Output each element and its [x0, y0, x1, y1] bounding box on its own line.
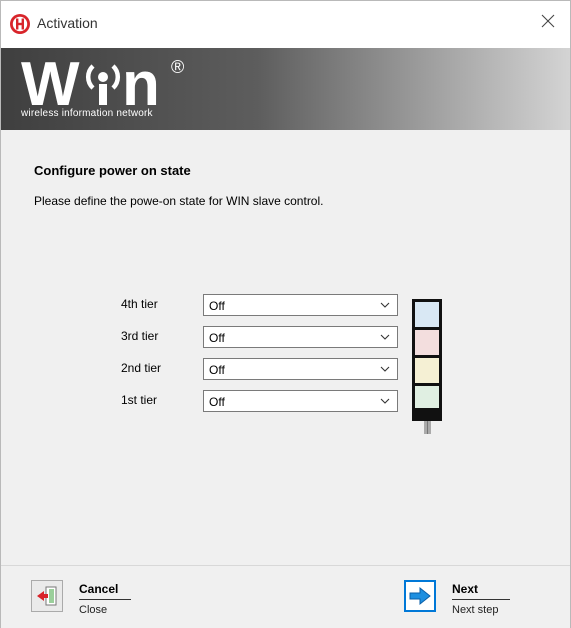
next-icon-box: [404, 580, 436, 612]
logo-tagline: wireless information network: [21, 108, 153, 119]
activation-window: Activation W n ® wireless information ne…: [0, 0, 571, 628]
tower-segment-3rd: [415, 330, 439, 355]
tier-select-value: Off: [209, 299, 225, 313]
page-description: Please define the powe-on state for WIN …: [34, 194, 324, 208]
footer-bar: Cancel Close Next Next step: [1, 565, 570, 628]
tier-row-1st: 1st tier Off: [1, 390, 421, 414]
tier-row-4th: 4th tier Off: [1, 294, 421, 318]
content-area: Configure power on state Please define t…: [1, 130, 570, 565]
logo-w: W: [21, 51, 80, 109]
cancel-icon-box: [31, 580, 63, 612]
chevron-down-icon: [380, 334, 390, 340]
next-button[interactable]: Next Next step: [404, 576, 534, 620]
tier-select-value: Off: [209, 363, 225, 377]
tier-2nd-select[interactable]: Off: [203, 358, 398, 380]
tier-select-value: Off: [209, 395, 225, 409]
arrow-right-icon: [409, 586, 431, 606]
cancel-label: Cancel: [79, 582, 119, 596]
window-title: Activation: [37, 15, 98, 31]
tier-label: 3rd tier: [121, 329, 159, 343]
signal-tower-icon: [412, 299, 442, 434]
app-icon: [10, 14, 30, 34]
cancel-sublabel: Close: [79, 604, 108, 616]
next-label: Next: [452, 582, 479, 596]
chevron-down-icon: [380, 302, 390, 308]
win-banner: W n ® wireless information network: [1, 48, 570, 130]
tier-row-2nd: 2nd tier Off: [1, 358, 421, 382]
chevron-down-icon: [380, 398, 390, 404]
tier-4th-select[interactable]: Off: [203, 294, 398, 316]
logo-registered: ®: [171, 57, 184, 77]
win-logo: W n ®: [21, 51, 184, 109]
tier-3rd-select[interactable]: Off: [203, 326, 398, 348]
tier-row-3rd: 3rd tier Off: [1, 326, 421, 350]
next-divider: [452, 599, 510, 600]
title-bar: Activation: [1, 1, 570, 48]
cancel-divider: [79, 599, 131, 600]
tier-label: 2nd tier: [121, 361, 162, 375]
cancel-button[interactable]: Cancel Close: [31, 576, 151, 620]
tier-label: 1st tier: [121, 393, 158, 407]
tier-select-value: Off: [209, 331, 225, 345]
chevron-down-icon: [380, 366, 390, 372]
page-heading: Configure power on state: [34, 163, 191, 178]
tier-label: 4th tier: [121, 297, 158, 311]
tower-segment-1st: [415, 386, 439, 408]
tier-1st-select[interactable]: Off: [203, 390, 398, 412]
exit-door-icon: [37, 586, 57, 606]
tower-segment-2nd: [415, 358, 439, 383]
close-button[interactable]: [526, 1, 570, 41]
logo-n: n: [122, 51, 160, 109]
next-sublabel: Next step: [452, 604, 499, 616]
tower-segment-4th: [415, 302, 439, 327]
close-icon: [541, 14, 555, 28]
